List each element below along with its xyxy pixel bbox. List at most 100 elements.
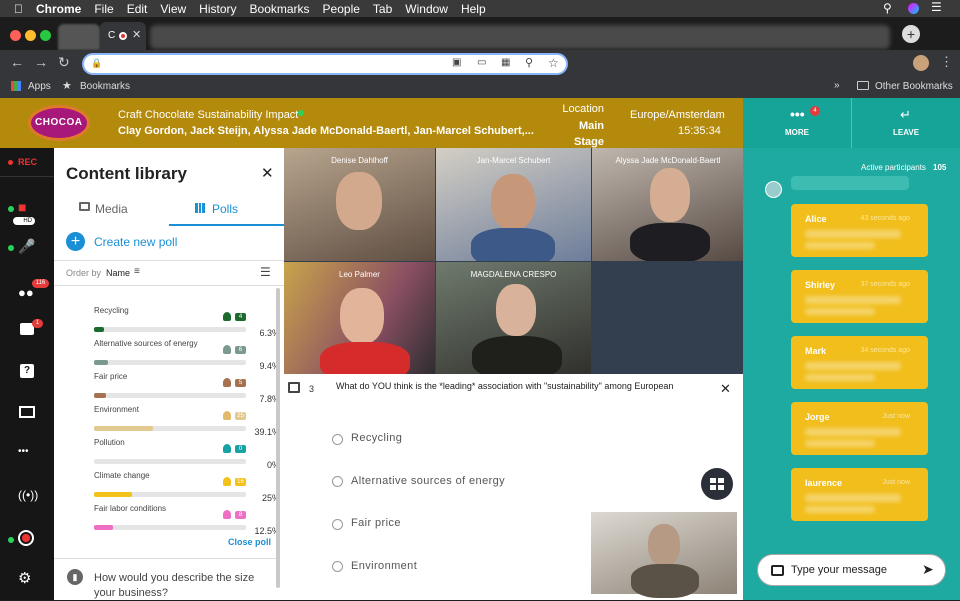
- send-icon[interactable]: ➤: [922, 561, 934, 578]
- browser-menu-icon[interactable]: ⋮: [940, 54, 953, 70]
- option-environment[interactable]: Environment: [351, 560, 417, 572]
- radio-fair-price[interactable]: [332, 519, 343, 530]
- self-view-video[interactable]: [589, 510, 739, 598]
- camera-indicator-icon[interactable]: ▣: [452, 57, 461, 68]
- tab-active[interactable]: C ✕: [100, 22, 146, 50]
- tab-media[interactable]: Media: [54, 194, 169, 226]
- close-poll-panel-icon[interactable]: ✕: [720, 381, 731, 397]
- filter-sliders-icon[interactable]: ☰: [260, 265, 271, 279]
- participants-icon[interactable]: ●●: [18, 285, 36, 303]
- video-tile[interactable]: MAGDALENA CRESPO: [436, 262, 591, 374]
- close-window-button[interactable]: [10, 30, 21, 41]
- message-text-blurred: [805, 494, 901, 502]
- chat-message: laurence Just now: [791, 468, 928, 521]
- broadcast-icon[interactable]: ((•)): [18, 488, 38, 506]
- screenshare-icon[interactable]: [19, 406, 35, 418]
- siri-icon[interactable]: [908, 3, 919, 14]
- zoom-icon[interactable]: ⚲: [525, 56, 533, 69]
- create-poll-button[interactable]: + Create new poll: [66, 232, 216, 252]
- result-bar-fill: [94, 360, 109, 365]
- bookmark-star-icon[interactable]: ☆: [548, 56, 559, 70]
- user-icon: [223, 477, 231, 486]
- menu-people[interactable]: People: [323, 2, 360, 16]
- menu-help[interactable]: Help: [461, 2, 486, 16]
- next-poll-item[interactable]: ▮ How would you describe the size your b…: [54, 558, 276, 600]
- menu-tab[interactable]: Tab: [373, 2, 392, 16]
- zoom-window-button[interactable]: [40, 30, 51, 41]
- microphone-icon[interactable]: 🎤: [18, 238, 36, 256]
- forward-icon[interactable]: →: [34, 54, 48, 70]
- hd-badge[interactable]: HD: [13, 217, 35, 225]
- overflow-chevron-icon[interactable]: »: [834, 80, 840, 91]
- option-recycling[interactable]: Recycling: [351, 432, 402, 444]
- layout-grid-button[interactable]: [701, 468, 733, 500]
- leave-button[interactable]: ↵ LEAVE: [852, 98, 960, 148]
- menu-app-name[interactable]: Chrome: [36, 2, 81, 16]
- menu-edit[interactable]: Edit: [127, 2, 148, 16]
- participant-name: Alyssa Jade McDonald-Baertl: [615, 156, 721, 165]
- tab-blurred[interactable]: [150, 25, 890, 49]
- leave-label: LEAVE: [893, 128, 920, 137]
- image-attach-icon[interactable]: [771, 565, 784, 576]
- menu-file[interactable]: File: [94, 2, 113, 16]
- video-tile[interactable]: Jan-Marcel Schubert: [436, 148, 591, 261]
- video-tile[interactable]: Denise Dahlhoff: [284, 148, 435, 261]
- option-alternative-energy[interactable]: Alternative sources of energy: [351, 475, 505, 487]
- reload-icon[interactable]: ↻: [58, 54, 70, 71]
- video-tile[interactable]: Leo Palmer: [284, 262, 435, 374]
- settings-gear-icon[interactable]: ⚙: [18, 569, 36, 587]
- sort-icon[interactable]: ≡: [134, 266, 140, 277]
- copy-icon[interactable]: [288, 382, 300, 393]
- user-icon: [223, 444, 231, 453]
- scrollbar[interactable]: [276, 288, 280, 588]
- option-fair-price[interactable]: Fair price: [351, 517, 401, 529]
- other-bookmarks-link[interactable]: Other Bookmarks: [875, 81, 953, 92]
- qna-icon[interactable]: ?: [20, 364, 34, 378]
- more-options-icon[interactable]: •••: [18, 446, 36, 464]
- menu-list-icon[interactable]: ☰: [931, 0, 942, 14]
- menu-bookmarks[interactable]: Bookmarks: [250, 2, 310, 16]
- qr-icon[interactable]: ▦: [501, 57, 510, 68]
- timezone: Europe/Amsterdam: [630, 109, 725, 121]
- radio-environment[interactable]: [332, 561, 343, 572]
- more-button[interactable]: ••• 4 MORE: [743, 98, 852, 148]
- apps-icon[interactable]: [11, 81, 21, 91]
- camera-icon[interactable]: ■: [18, 199, 36, 217]
- radio-alternative-energy[interactable]: [332, 476, 343, 487]
- mac-menubar:  Chrome File Edit View History Bookmark…: [0, 0, 960, 17]
- tab-close-icon[interactable]: ✕: [132, 28, 141, 41]
- message-time: Just now: [882, 413, 910, 420]
- order-select[interactable]: Name: [106, 268, 130, 278]
- rec-button[interactable]: REC: [0, 148, 54, 177]
- radio-recycling[interactable]: [332, 434, 343, 445]
- menu-history[interactable]: History: [199, 2, 236, 16]
- tab-inactive[interactable]: [58, 24, 100, 50]
- tab-polls[interactable]: Polls: [169, 194, 284, 226]
- close-poll-button[interactable]: Close poll: [228, 537, 271, 547]
- apps-link[interactable]: Apps: [28, 81, 51, 92]
- profile-avatar[interactable]: [913, 55, 929, 71]
- minimize-window-button[interactable]: [25, 30, 36, 41]
- record-icon[interactable]: [18, 530, 34, 546]
- result-bar-track: [94, 525, 246, 530]
- result-bar-track: [94, 426, 246, 431]
- menu-window[interactable]: Window: [405, 2, 448, 16]
- video-tile[interactable]: Alyssa Jade McDonald-Baertl: [592, 148, 744, 261]
- menu-view[interactable]: View: [160, 2, 186, 16]
- participant-silhouette: [491, 174, 535, 230]
- close-library-icon[interactable]: ✕: [261, 164, 274, 182]
- spotlight-icon[interactable]: ⚲: [883, 1, 892, 15]
- cast-icon[interactable]: ▭: [477, 57, 486, 68]
- chat-message: Shirley 37 seconds ago: [791, 270, 928, 323]
- active-participants-count: 105: [933, 163, 947, 172]
- apple-icon[interactable]: : [14, 2, 23, 16]
- message-input[interactable]: Type your message ➤: [757, 554, 946, 586]
- address-bar[interactable]: 🔒 ▣ ▭ ▦ ⚲ ☆: [82, 53, 568, 75]
- bookmarks-link[interactable]: Bookmarks: [80, 81, 130, 92]
- result-bar-track: [94, 492, 246, 497]
- back-icon[interactable]: ←: [10, 54, 24, 70]
- location-label: Location: [562, 103, 604, 115]
- new-tab-button[interactable]: +: [902, 25, 920, 43]
- rec-dot: [8, 160, 13, 165]
- result-label: Pollution: [94, 438, 125, 447]
